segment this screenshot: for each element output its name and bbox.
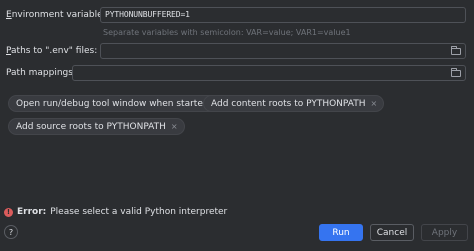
cancel-button[interactable]: Cancel [370,224,414,241]
chip-label: Add content roots to PYTHONPATH [211,98,366,109]
error-icon: ! [4,207,13,217]
error-title: Error: [17,207,47,217]
path-mappings-field[interactable] [72,65,466,81]
path-mappings-row: Path mappings: [0,65,474,83]
chip-add-content-roots[interactable]: Add content roots to PYTHONPATH × [203,95,385,112]
environment-variables-field[interactable]: PYTHONUNBUFFERED=1 [100,7,466,23]
error-message: ! Error: Please select a valid Python in… [4,207,227,217]
chip-add-source-roots[interactable]: Add source roots to PYTHONPATH × [8,118,185,135]
env-files-browse-button[interactable] [447,43,465,59]
path-mappings-label: Path mappings: [6,68,76,78]
env-files-field[interactable] [100,43,466,59]
env-files-row: Paths to ".env" files: [0,43,474,61]
path-mappings-browse-button[interactable] [447,65,465,81]
run-button[interactable]: Run [319,224,363,241]
chip-remove-icon[interactable]: × [171,122,178,131]
apply-button[interactable]: Apply [421,224,468,241]
help-button[interactable]: ? [4,225,18,239]
environment-variables-hint: Separate variables with semicolon: VAR=v… [103,28,351,37]
chip-open-tool-window[interactable]: Open run/debug tool window when started … [8,95,228,112]
env-files-label: Paths to ".env" files: [6,46,98,56]
chip-label: Add source roots to PYTHONPATH [16,121,166,132]
chip-label: Open run/debug tool window when started [16,98,209,109]
error-text: Please select a valid Python interpreter [50,207,228,217]
environment-variables-label: Environment variables: [6,10,111,20]
folder-icon [451,67,461,77]
environment-variables-value: PYTHONUNBUFFERED=1 [105,10,190,19]
chip-remove-icon[interactable]: × [370,99,377,108]
folder-icon [451,45,461,55]
environment-variables-row: Environment variables: PYTHONUNBUFFERED=… [0,7,474,25]
environment-variables-edit-button[interactable] [447,7,465,23]
